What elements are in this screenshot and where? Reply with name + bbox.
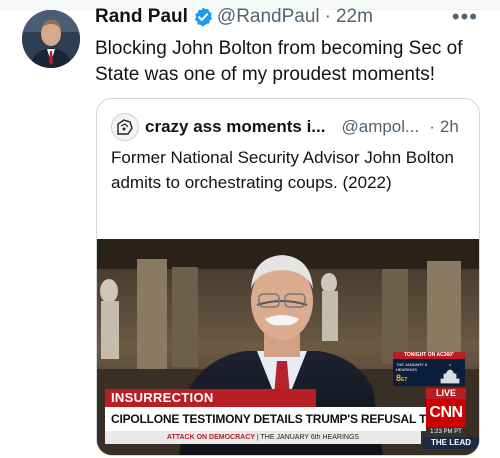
show-name: THE LEAD <box>423 437 479 449</box>
cnn-logo: CNN <box>426 399 466 427</box>
promo-time: 8ET <box>396 373 408 383</box>
chyron-ticker: ATTACK ON DEMOCRACY | THE JANUARY 6th HE… <box>105 431 421 444</box>
quoted-avatar-drawing <box>112 114 138 140</box>
author-name[interactable]: Rand Paul <box>95 6 188 28</box>
quoted-timestamp[interactable]: 2h <box>440 117 459 137</box>
quoted-author-handle[interactable]: @ampol... <box>341 117 419 137</box>
chyron-top: INSURRECTION INVESTIGATION <box>105 389 316 423</box>
author-handle[interactable]: @RandPaul <box>217 6 320 28</box>
ac360-promo: TONIGHT ON AC360° THE JANUARY 6 HEARINGS… <box>393 352 465 386</box>
quoted-tweet-header: crazy ass moments i... @ampol... · 2h <box>111 113 459 141</box>
quoted-avatar[interactable] <box>111 113 139 141</box>
broadcast-clock: 1:23 PM PT <box>426 427 466 437</box>
promo-title: TONIGHT ON AC360° <box>393 352 465 359</box>
verified-badge-icon <box>194 7 212 27</box>
quoted-tweet-text: Former National Security Advisor John Bo… <box>111 148 454 192</box>
avatar[interactable] <box>22 10 80 68</box>
header-separator: · <box>324 6 331 27</box>
quoted-media-video[interactable]: TONIGHT ON AC360° THE JANUARY 6 HEARINGS… <box>97 239 479 455</box>
quoted-header-separator: · <box>429 117 435 136</box>
quoted-author-name[interactable]: crazy ass moments i... <box>145 117 325 137</box>
more-options-icon[interactable]: ••• <box>452 4 478 30</box>
promo-line: THE JANUARY 6 HEARINGS <box>396 362 427 372</box>
chyron-headline: CIPOLLONE TESTIMONY DETAILS TRUMP'S REFU… <box>105 407 427 431</box>
avatar-photo <box>22 10 80 68</box>
capitol-icon <box>440 364 460 384</box>
tweet-header: Rand Paul @RandPaul · 22m <box>95 6 373 28</box>
live-badge: LIVE <box>426 388 466 399</box>
quoted-tweet[interactable]: crazy ass moments i... @ampol... · 2h Fo… <box>96 98 480 456</box>
tweet-text: Blocking John Bolton from becoming Sec o… <box>95 38 463 85</box>
tweet-timestamp[interactable]: 22m <box>336 6 373 28</box>
